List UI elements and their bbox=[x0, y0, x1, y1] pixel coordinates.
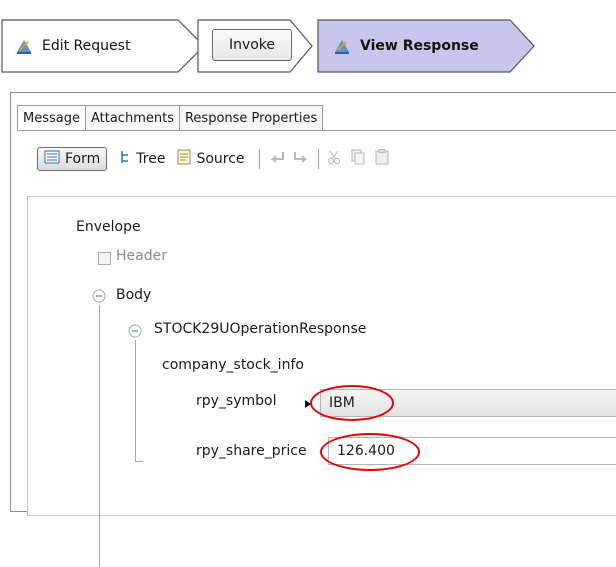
envelope-node: Envelope bbox=[76, 219, 141, 235]
view-response-icon bbox=[332, 36, 352, 56]
form-icon bbox=[44, 150, 60, 168]
source-view-button[interactable]: Source bbox=[171, 147, 250, 171]
paste-icon[interactable] bbox=[375, 149, 389, 169]
body-node: Body bbox=[116, 287, 152, 303]
tab-bar: Message Attachments Response Properties bbox=[17, 105, 324, 131]
rpy-symbol-field[interactable]: IBM bbox=[320, 389, 616, 417]
response-panel: Message Attachments Response Properties … bbox=[10, 92, 616, 567]
rpy-symbol-label: rpy_symbol bbox=[196, 393, 277, 409]
tab-message[interactable]: Message bbox=[17, 105, 86, 131]
invoke-button-label: Invoke bbox=[228, 37, 276, 53]
toolbar-separator-2 bbox=[317, 149, 319, 169]
form-view-label: Form bbox=[65, 151, 101, 167]
operation-node: STOCK29UOperationResponse bbox=[154, 321, 367, 337]
redo-icon[interactable] bbox=[292, 149, 310, 169]
group-node: company_stock_info bbox=[162, 357, 304, 373]
undo-icon[interactable] bbox=[268, 149, 286, 169]
rpy-share-price-label: rpy_share_price bbox=[196, 443, 307, 459]
header-checkbox[interactable] bbox=[98, 252, 111, 265]
body-tree-line bbox=[99, 305, 100, 567]
tab-attachments[interactable]: Attachments bbox=[85, 105, 180, 131]
operation-tree-end bbox=[135, 461, 143, 462]
edit-request-icon bbox=[14, 36, 34, 56]
toolbar-separator bbox=[258, 149, 260, 169]
message-tree-area: Envelope Header Body STOCK29UOperationRe… bbox=[27, 196, 616, 567]
source-icon bbox=[177, 149, 191, 169]
rpy-share-price-field[interactable]: 126.400 bbox=[328, 437, 616, 465]
field-marker-icon bbox=[304, 398, 312, 413]
copy-icon[interactable] bbox=[351, 149, 365, 169]
tree-view-label: Tree bbox=[136, 151, 166, 167]
tree-icon bbox=[119, 149, 131, 169]
tab-message-label: Message bbox=[23, 110, 80, 126]
tree-view-button[interactable]: Tree bbox=[113, 147, 171, 171]
source-view-label: Source bbox=[196, 151, 245, 167]
rpy-share-price-value: 126.400 bbox=[337, 443, 395, 459]
step-edit-request[interactable]: Edit Request bbox=[0, 18, 205, 74]
header-node: Header bbox=[116, 248, 167, 264]
cut-icon[interactable] bbox=[327, 149, 341, 169]
rpy-symbol-value: IBM bbox=[329, 395, 355, 411]
form-view-button[interactable]: Form bbox=[37, 147, 108, 171]
operation-tree-line bbox=[135, 340, 136, 462]
invoke-button[interactable]: Invoke bbox=[212, 29, 292, 61]
step-edit-request-label: Edit Request bbox=[42, 38, 131, 54]
tab-attachments-label: Attachments bbox=[90, 110, 174, 126]
step-view-response[interactable]: View Response bbox=[316, 18, 535, 74]
view-toolbar: Form Tree Source bbox=[37, 145, 389, 173]
tab-response-properties[interactable]: Response Properties bbox=[179, 105, 324, 131]
tab-divider bbox=[17, 130, 616, 131]
tab-response-properties-label: Response Properties bbox=[184, 110, 318, 126]
step-view-response-label: View Response bbox=[360, 38, 479, 54]
